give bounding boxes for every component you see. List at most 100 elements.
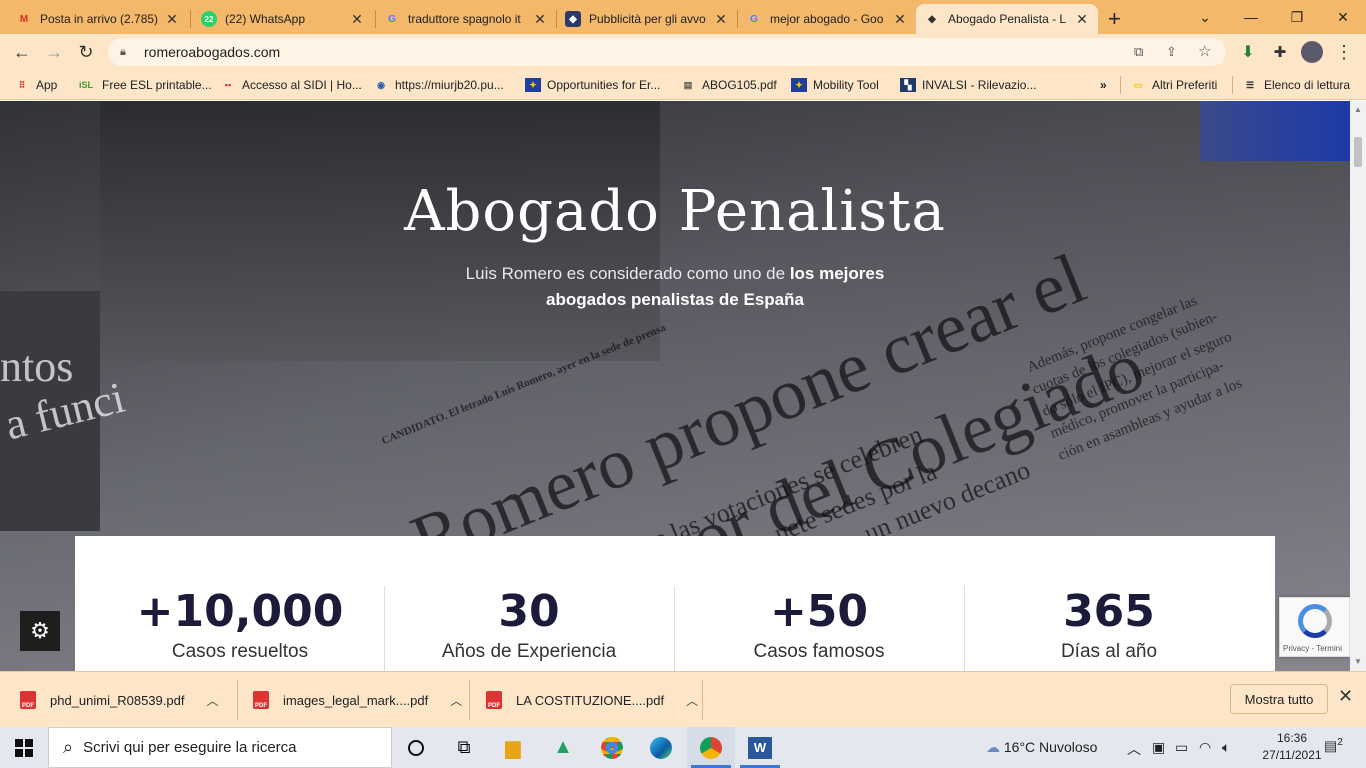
notifications-button[interactable]: ▤2 (1324, 737, 1343, 755)
download-icon[interactable]: ⬇ (1234, 38, 1262, 66)
scroll-down-arrow[interactable]: ▼ (1354, 657, 1362, 666)
bookmark-label: Elenco di lettura (1264, 78, 1351, 92)
forward-button[interactable]: → (40, 38, 68, 66)
edge-button[interactable] (637, 727, 685, 768)
chrome-button[interactable] (588, 727, 636, 768)
reading-list-button[interactable]: ☰ Elenco di lettura (1242, 76, 1350, 94)
profile-avatar[interactable] (1298, 38, 1326, 66)
tab-whatsapp[interactable]: 22 (22) WhatsApp ✕ (193, 4, 373, 34)
chrome-active-button[interactable] (687, 727, 735, 768)
download-filename: LA COSTITUZIONE....pdf (516, 692, 665, 708)
chevron-up-icon[interactable]: ︿ (686, 692, 698, 709)
show-all-downloads-button[interactable]: Mostra tutto (1230, 684, 1328, 714)
stats-panel: +10,000 Casos resueltos 30 Años de Exper… (75, 536, 1275, 671)
extensions-icon[interactable]: ✚ (1266, 38, 1294, 66)
file-explorer-button[interactable]: ▆ (489, 727, 537, 768)
download-item[interactable]: PDF LA COSTITUZIONE....pdf ︿ (486, 684, 698, 716)
scroll-up-arrow[interactable]: ▲ (1354, 105, 1362, 114)
tab-pubblicita[interactable]: ◆ Pubblicità per gli avvo ✕ (557, 4, 737, 34)
close-icon[interactable]: ✕ (349, 11, 365, 28)
minimize-button[interactable]: — (1228, 0, 1274, 34)
close-downloads-icon[interactable]: ✕ (1338, 686, 1353, 707)
reload-button[interactable]: ↻ (72, 38, 100, 66)
weather-widget[interactable]: ☁ 16°C Nuvoloso (986, 739, 1097, 756)
recaptcha-badge[interactable]: Privacy - Termini (1279, 597, 1350, 657)
bookmark-mobility[interactable]: ✦ Mobility Tool (791, 76, 879, 94)
tray-overflow-icon[interactable]: ︿ (1127, 739, 1141, 759)
stat-years-experience: 30 Años de Experiencia (384, 586, 674, 671)
stat-label: Años de Experiencia (441, 641, 617, 662)
address-bar[interactable]: 🔒︎ romeroabogados.com ⧉ ⇪ ☆ (108, 38, 1226, 66)
eu-flag-icon: ✦ (791, 78, 807, 92)
task-view-button[interactable]: ⧉ (440, 727, 488, 768)
bookmark-miurjb20[interactable]: ◉ https://miurjb20.pu... (373, 76, 504, 94)
apps-grid-icon: ⠿ (18, 79, 26, 90)
bookmark-abog105[interactable]: ▤ ABOG105.pdf (680, 76, 777, 94)
stat-famous-cases: +50 Casos famosos (674, 586, 964, 671)
close-icon[interactable]: ✕ (532, 11, 548, 28)
google-icon: G (750, 13, 758, 25)
tab-title: traduttore spagnolo it (408, 12, 521, 26)
invalsi-icon: ▚ (900, 78, 916, 92)
tab-mejor-abogado[interactable]: G mejor abogado - Goo ✕ (738, 4, 916, 34)
taskbar-search[interactable]: ⌕ Scrivi qui per eseguire la ricerca (48, 727, 392, 768)
windows-taskbar: ⌕ Scrivi qui per eseguire la ricerca ⧉ ▆… (0, 727, 1366, 768)
wifi-icon[interactable]: ◠ (1199, 739, 1211, 756)
chevron-up-icon[interactable]: ︿ (206, 692, 218, 709)
cloud-icon: ☁ (986, 739, 1000, 755)
bookmark-label: Altri Preferiti (1152, 78, 1218, 92)
window-close-button[interactable]: ✕ (1320, 0, 1366, 34)
cortana-button[interactable] (392, 727, 440, 768)
download-filename: phd_unimi_R08539.pdf (50, 692, 185, 708)
battery-icon[interactable]: ▭ (1175, 739, 1188, 756)
gear-icon: ⚙ (30, 618, 50, 643)
edge-icon (650, 736, 672, 759)
bookmark-altri-preferiti[interactable]: ▭ Altri Preferiti (1130, 76, 1218, 94)
word-icon: W (748, 736, 772, 759)
settings-gear-button[interactable]: ⚙ (20, 611, 60, 651)
clock[interactable]: 16:36 27/11/2021 (1262, 730, 1322, 764)
bookmarks-overflow-button[interactable]: » (1100, 76, 1107, 94)
close-icon[interactable]: ✕ (164, 11, 180, 28)
maximize-button[interactable]: ❐ (1274, 0, 1320, 34)
recaptcha-links[interactable]: Privacy - Termini (1283, 644, 1342, 653)
pdf-icon: PDF (253, 691, 269, 709)
browser-toolbar: ← → ↻ 🔒︎ romeroabogados.com ⧉ ⇪ ☆ ⬇ ✚ ⋮ (0, 34, 1366, 70)
tab-title: Abogado Penalista - L (948, 12, 1067, 26)
bookmark-invalsi[interactable]: ▚ INVALSI - Rilevazio... (900, 76, 1036, 94)
recaptcha-icon (1298, 604, 1332, 638)
menu-icon[interactable]: ⋮ (1330, 38, 1358, 66)
share-icon[interactable]: ⇪ (1166, 44, 1177, 60)
download-item[interactable]: PDF phd_unimi_R08539.pdf ︿ (20, 684, 218, 716)
page-scrollbar[interactable]: ▲ ▼ (1350, 101, 1366, 671)
tab-abogado-penalista[interactable]: ◆ Abogado Penalista - L ✕ (916, 4, 1098, 34)
isl-icon: iSL (78, 80, 93, 90)
back-button[interactable]: ← (8, 38, 36, 66)
close-icon[interactable]: ✕ (892, 11, 908, 28)
close-icon[interactable]: ✕ (713, 11, 729, 28)
tab-gmail[interactable]: M Posta in arrivo (2.785) ✕ (8, 4, 188, 34)
volume-icon[interactable]: 🔈︎ (1222, 739, 1230, 756)
bookmark-sidi[interactable]: ▪▪ Accesso al SIDI | Ho... (220, 76, 362, 94)
close-icon[interactable]: ✕ (1074, 11, 1090, 28)
start-button[interactable] (0, 727, 48, 768)
bookmark-app[interactable]: ⠿ App (14, 76, 58, 94)
download-item[interactable]: PDF images_legal_mark....pdf ︿ (253, 684, 462, 716)
tab-translator[interactable]: G traduttore spagnolo it ✕ (376, 4, 556, 34)
stat-days-year: 365 Días al año (964, 586, 1254, 671)
word-button[interactable]: W (736, 727, 784, 768)
translate-icon[interactable]: ⧉ (1134, 44, 1143, 60)
bookmark-esl[interactable]: iSL Free ESL printable... (76, 76, 212, 94)
bookmark-star-icon[interactable]: ☆ (1198, 42, 1211, 60)
windows-icon (15, 738, 33, 757)
hero-subtitle: Luis Romero es considerado como uno de l… (430, 261, 920, 313)
google-drive-button[interactable]: ▲ (539, 727, 587, 768)
new-tab-button[interactable]: + (1108, 6, 1121, 32)
tab-search-button[interactable]: ⌄ (1182, 0, 1228, 34)
bookmark-opportunities[interactable]: ✦ Opportunities for Er... (525, 76, 660, 94)
tray-device-icon[interactable]: ▣ (1152, 739, 1165, 756)
chevron-up-icon[interactable]: ︿ (450, 692, 462, 709)
scroll-thumb[interactable] (1354, 137, 1362, 167)
google-icon: G (388, 13, 396, 25)
bookmark-label: https://miurjb20.pu... (395, 78, 504, 92)
